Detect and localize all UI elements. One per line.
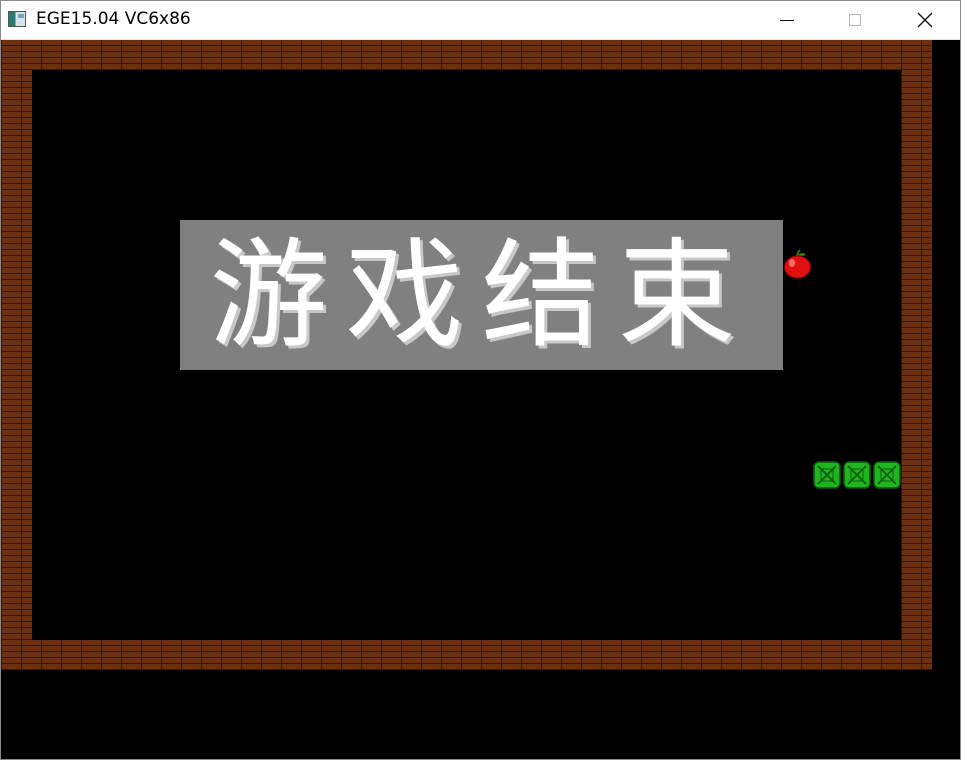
minimize-button[interactable]	[764, 1, 810, 39]
snake-segment-icon	[873, 461, 901, 489]
brick-wall-bottom	[1, 640, 932, 670]
brick-wall-top	[1, 40, 932, 70]
game-over-text: 游戏结束	[209, 226, 754, 364]
close-button[interactable]	[902, 1, 948, 39]
app-icon	[8, 11, 26, 27]
minimize-icon	[780, 19, 794, 21]
brick-wall-left	[1, 70, 32, 640]
snake-segment-icon	[843, 461, 871, 489]
title-bar[interactable]: EGE15.04 VC6x86	[1, 1, 960, 40]
window-title: EGE15.04 VC6x86	[36, 9, 191, 29]
close-icon	[917, 12, 933, 28]
snake-segment-icon	[813, 461, 841, 489]
brick-wall-right	[901, 70, 932, 640]
game-over-banner: 游戏结束	[180, 220, 783, 370]
app-window: EGE15.04 VC6x86 游戏结束	[0, 0, 961, 760]
maximize-button[interactable]	[832, 1, 878, 39]
apple-icon	[784, 249, 811, 279]
game-canvas[interactable]: 游戏结束	[1, 40, 960, 759]
maximize-icon	[849, 14, 861, 26]
